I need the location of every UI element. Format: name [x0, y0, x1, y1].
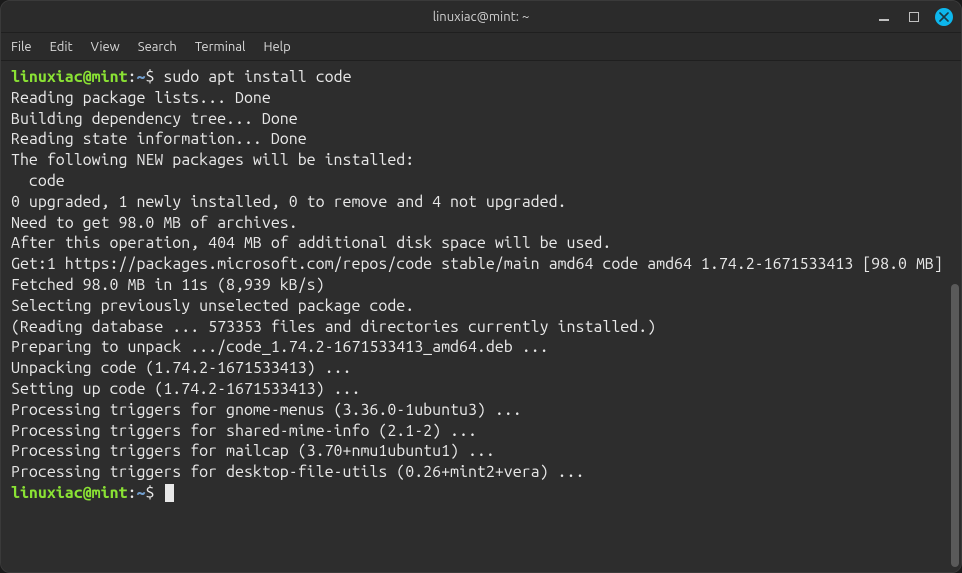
- output-line: Need to get 98.0 MB of archives.: [11, 213, 951, 234]
- output-line: The following NEW packages will be insta…: [11, 150, 951, 171]
- output-line: (Reading database ... 573353 files and d…: [11, 317, 951, 338]
- output-line: Building dependency tree... Done: [11, 109, 951, 130]
- prompt-line-2: linuxiac@mint:~$: [11, 483, 951, 504]
- menu-edit[interactable]: Edit: [50, 40, 73, 54]
- terminal-window: linuxiac@mint: ~ File Edit View Search T…: [0, 0, 962, 573]
- maximize-button[interactable]: [905, 8, 923, 26]
- output-line: After this operation, 404 MB of addition…: [11, 233, 951, 254]
- output-line: Setting up code (1.74.2-1671533413) ...: [11, 379, 951, 400]
- cursor: [165, 484, 174, 502]
- scroll-thumb[interactable]: [951, 284, 959, 567]
- menu-search[interactable]: Search: [138, 40, 177, 54]
- minimize-button[interactable]: [875, 8, 893, 26]
- prompt-user: linuxiac: [11, 68, 83, 86]
- output-line: Reading package lists... Done: [11, 88, 951, 109]
- output-line: Fetched 98.0 MB in 11s (8,939 kB/s): [11, 275, 951, 296]
- prompt-line-1: linuxiac@mint:~$ sudo apt install code: [11, 67, 951, 88]
- menu-help[interactable]: Help: [263, 40, 290, 54]
- scrollbar[interactable]: [950, 62, 960, 567]
- output-line: Reading state information... Done: [11, 129, 951, 150]
- menubar: File Edit View Search Terminal Help: [1, 33, 961, 61]
- minimize-icon: [879, 19, 889, 21]
- titlebar[interactable]: linuxiac@mint: ~: [1, 1, 961, 33]
- output-line: Processing triggers for mailcap (3.70+nm…: [11, 441, 951, 462]
- prompt-host: mint: [92, 68, 128, 86]
- window-controls: [875, 8, 953, 26]
- output-line: Processing triggers for desktop-file-uti…: [11, 462, 951, 483]
- menu-terminal[interactable]: Terminal: [195, 40, 246, 54]
- output-line: Unpacking code (1.74.2-1671533413) ...: [11, 358, 951, 379]
- output-line: Processing triggers for shared-mime-info…: [11, 421, 951, 442]
- output-line: Processing triggers for gnome-menus (3.3…: [11, 400, 951, 421]
- window-title: linuxiac@mint: ~: [433, 10, 530, 24]
- output-line: Selecting previously unselected package …: [11, 296, 951, 317]
- output-line: Get:1 https://packages.microsoft.com/rep…: [11, 254, 951, 275]
- prompt-symbol: $: [145, 68, 154, 86]
- menu-view[interactable]: View: [91, 40, 120, 54]
- prompt-at: @: [83, 68, 92, 86]
- menu-file[interactable]: File: [11, 40, 32, 54]
- terminal-body[interactable]: linuxiac@mint:~$ sudo apt install codeRe…: [1, 61, 961, 572]
- close-icon: [939, 12, 949, 22]
- command-text: sudo apt install code: [163, 68, 351, 86]
- maximize-icon: [909, 12, 919, 22]
- close-button[interactable]: [935, 8, 953, 26]
- output-line: code: [11, 171, 951, 192]
- output-line: 0 upgraded, 1 newly installed, 0 to remo…: [11, 192, 951, 213]
- output-line: Preparing to unpack .../code_1.74.2-1671…: [11, 337, 951, 358]
- output-block: Reading package lists... DoneBuilding de…: [11, 88, 951, 483]
